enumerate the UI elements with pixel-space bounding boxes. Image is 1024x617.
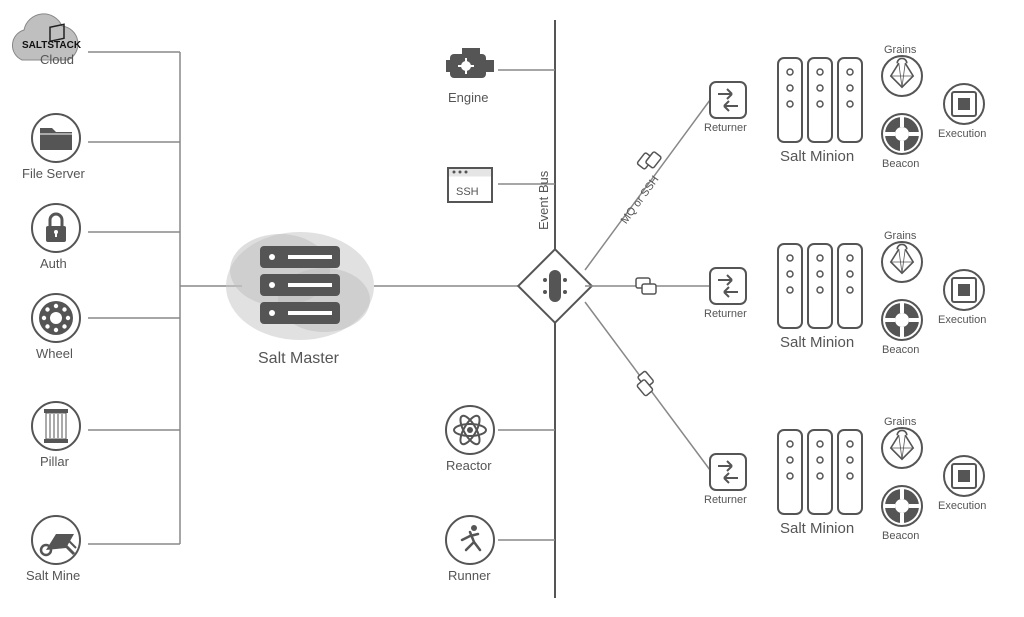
returner-icon [710,82,746,118]
chat-icon [633,371,658,397]
salt-minion-label: Salt Minion [780,148,854,165]
file-server-icon [32,114,80,162]
beacon-label: Beacon [882,158,919,170]
salt-master-label: Salt Master [258,350,339,368]
pillar-label: Pillar [40,454,69,469]
salt-mine-label: Salt Mine [26,568,80,583]
wheel-icon [32,294,80,342]
event-bus-label: Event Bus [536,171,551,230]
runner-label: Runner [448,568,491,583]
engine-label: Engine [448,90,488,105]
execution-label: Execution [938,128,986,140]
grains-icon [882,56,922,96]
beacon-icon [882,114,922,154]
chat-icon [637,148,662,174]
wheel-label: Wheel [36,346,73,361]
saltstack-brand: SALTSTACK [22,40,81,51]
execution-icon [944,84,984,124]
diagram-canvas [0,0,1024,617]
runner-icon [446,516,494,564]
returner-label: Returner [704,122,747,134]
minion-group [710,56,984,526]
salt-mine-icon [32,516,80,564]
reactor-icon [446,406,494,454]
chat-icon [636,278,656,294]
left-connectors [88,52,242,544]
salt-master-node [226,232,374,340]
engine-icon [446,48,494,78]
event-bus [518,20,592,598]
pillar-icon [32,402,80,450]
ssh-text: SSH [456,186,479,198]
file-server-label: File Server [22,166,85,181]
cloud-label: Cloud [40,52,74,67]
grains-label: Grains [884,44,916,56]
auth-label: Auth [40,256,67,271]
reactor-label: Reactor [446,458,492,473]
auth-icon [32,204,80,252]
